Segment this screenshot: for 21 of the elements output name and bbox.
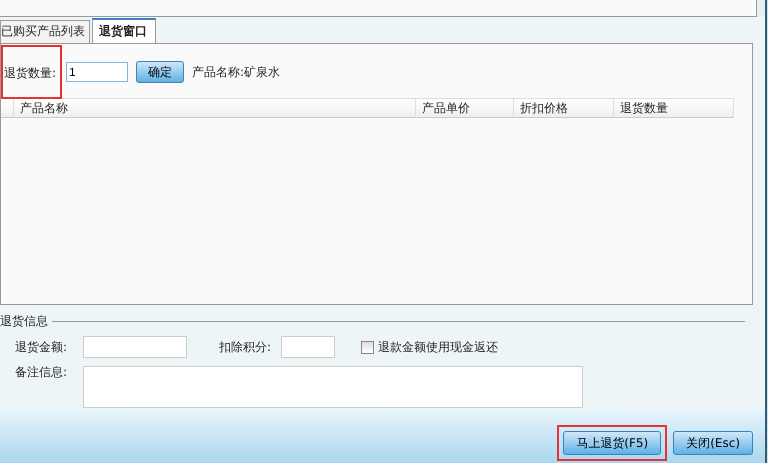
checkbox[interactable] xyxy=(361,340,374,354)
action-button[interactable]: 关闭(Esc) xyxy=(673,431,753,455)
group-title: 退货信息 xyxy=(0,313,48,330)
tab[interactable]: 退货窗口 xyxy=(92,18,156,43)
column-header[interactable]: 退货数量 xyxy=(614,99,734,117)
column-header[interactable]: 折扣价格 xyxy=(514,99,614,117)
refund-amount-field[interactable] xyxy=(83,336,187,358)
cash-refund-label: 退款金额使用现金返还 xyxy=(378,338,498,356)
tab[interactable]: 已购买产品列表 xyxy=(0,20,90,43)
refund-amount-label: 退货金额: xyxy=(15,338,68,356)
remarks-label: 备注信息: xyxy=(15,364,68,381)
return-quantity-field[interactable]: 1 xyxy=(66,62,128,82)
deduct-points-field[interactable] xyxy=(281,336,335,358)
deduct-points-label: 扣除积分: xyxy=(219,338,272,356)
column-header[interactable]: 产品名称 xyxy=(14,99,416,117)
action-button[interactable]: 马上退货(F5) xyxy=(563,431,662,455)
remarks-field[interactable] xyxy=(83,366,583,408)
column-header[interactable]: 产品单价 xyxy=(416,99,514,117)
product-name-text: 产品名称:矿泉水 xyxy=(192,64,280,80)
confirm-button[interactable]: 确定 xyxy=(136,61,184,83)
return-quantity-label: 退货数量: xyxy=(1,45,62,99)
